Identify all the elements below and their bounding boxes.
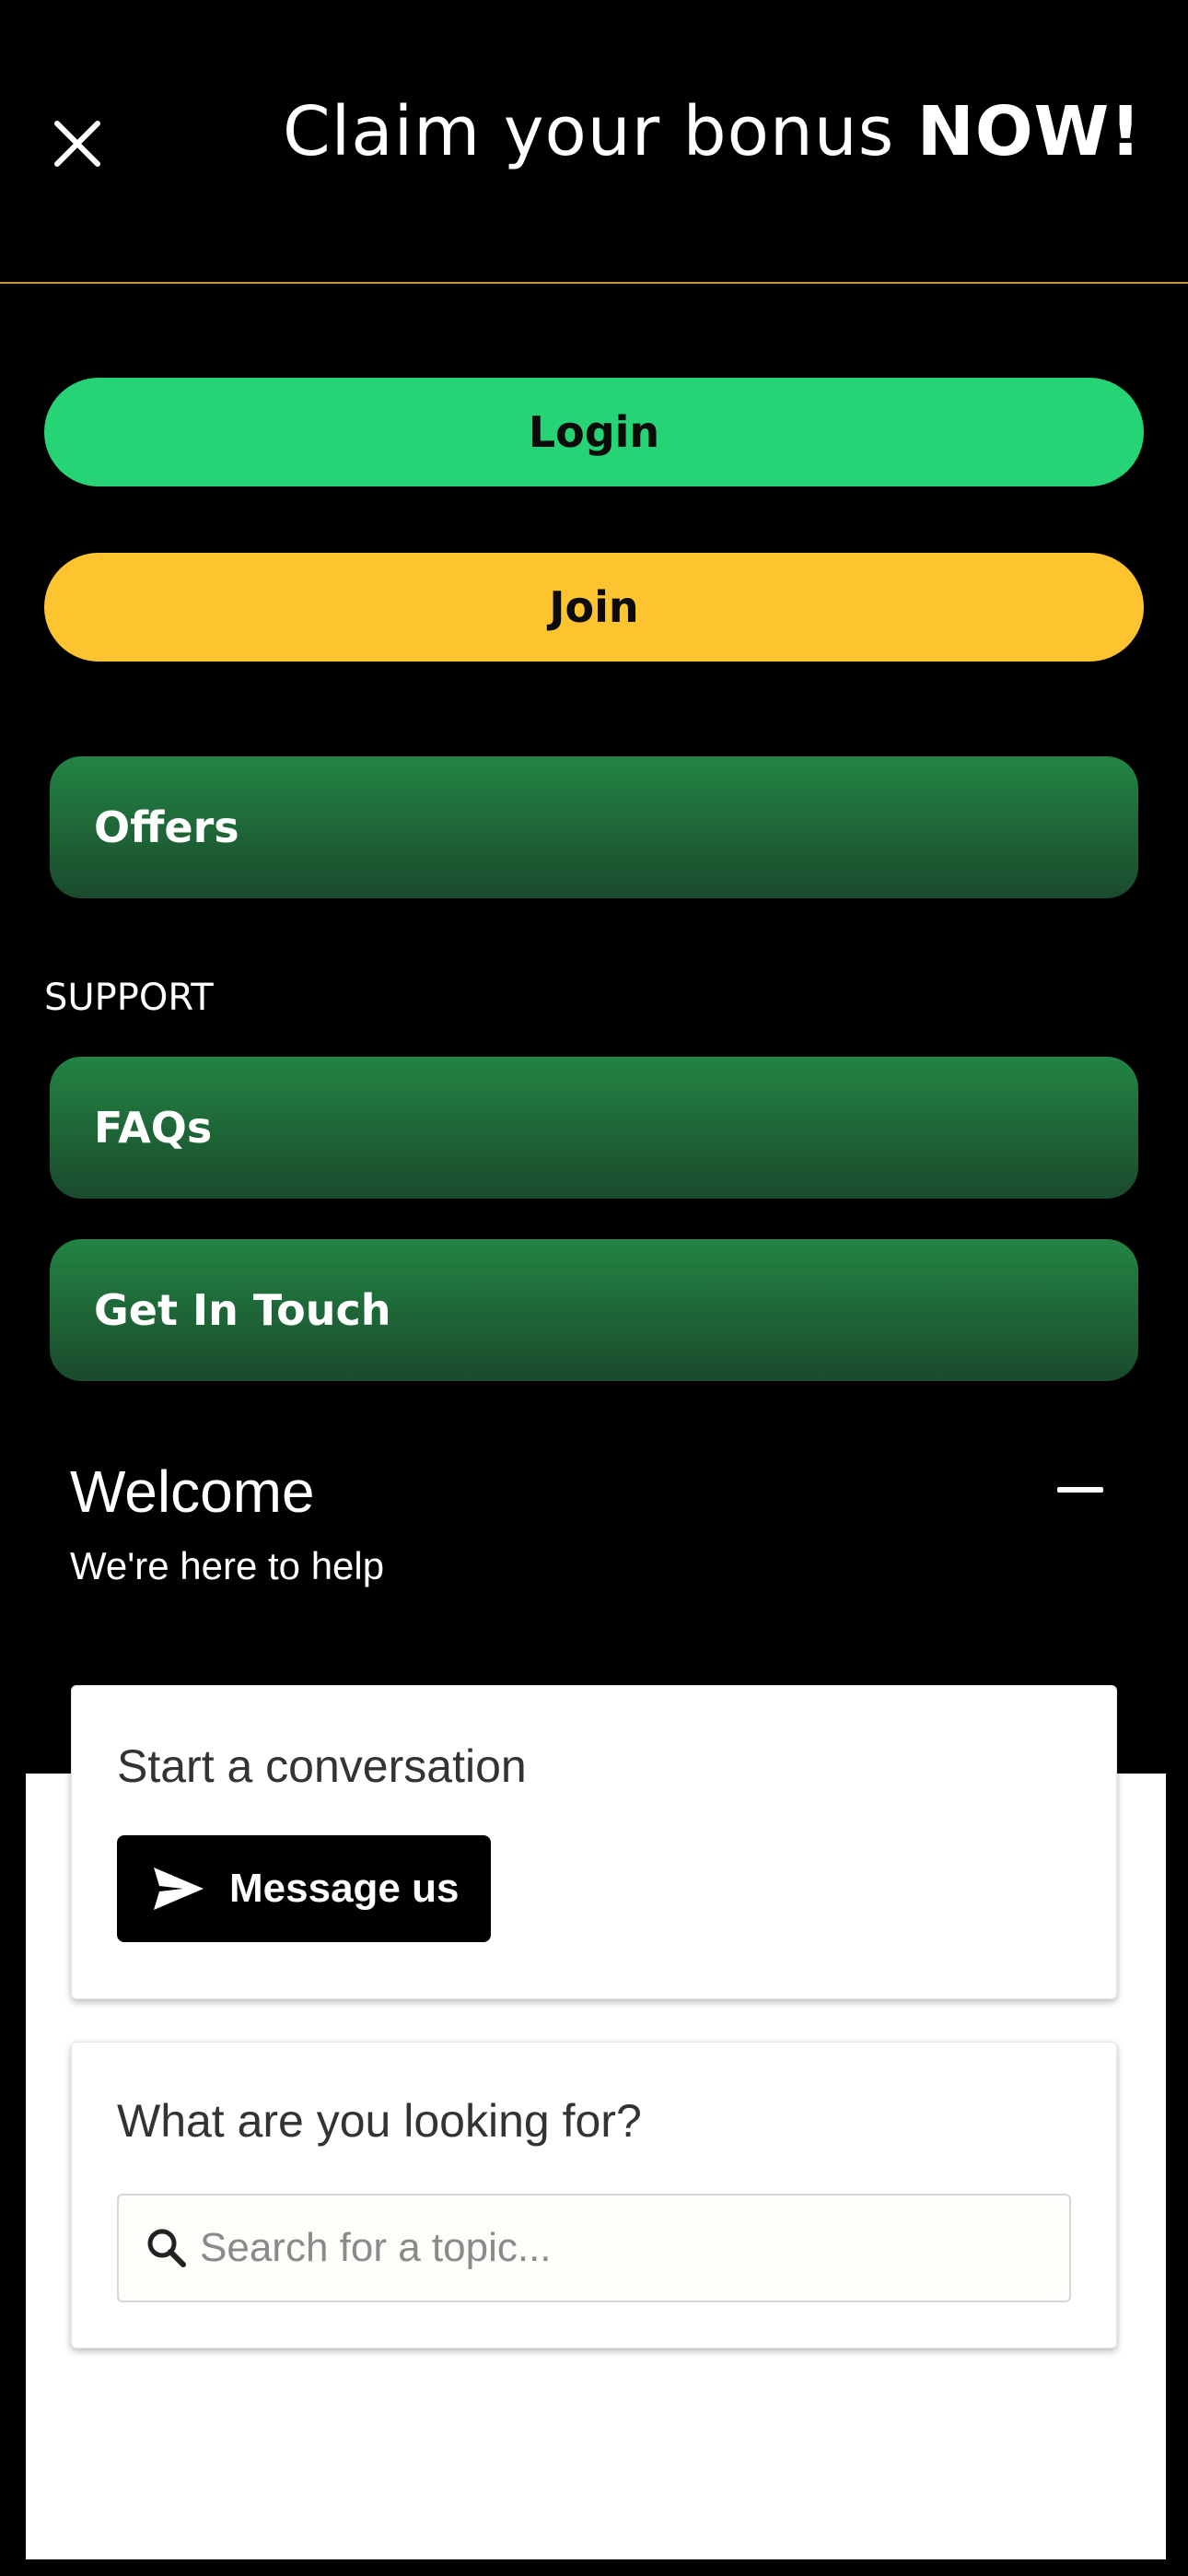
search-icon [147,2229,186,2267]
start-conversation-heading: Start a conversation [117,1740,527,1792]
promo-title-text: Claim your bonus [283,92,917,171]
menu-item-offers[interactable]: Offers [50,756,1138,898]
support-section-label: SUPPORT [44,977,214,1019]
close-button[interactable] [50,116,105,171]
menu-item-faqs-label: FAQs [94,1103,213,1153]
message-us-button[interactable]: Message us [117,1835,491,1942]
join-button[interactable]: Join [44,553,1144,662]
menu-item-faqs[interactable]: FAQs [50,1057,1138,1199]
search-topic-heading: What are you looking for? [117,2095,642,2147]
start-conversation-card: Start a conversation Message us [71,1685,1117,1999]
search-input[interactable] [198,2224,1031,2272]
menu-item-get-in-touch-label: Get In Touch [94,1285,391,1335]
chat-welcome-title: Welcome [70,1458,315,1525]
search-box[interactable] [117,2194,1071,2302]
close-icon [54,121,100,167]
login-button[interactable]: Login [44,378,1144,486]
header-bar: Claim your bonus NOW! [0,0,1188,284]
chat-welcome-subtitle: We're here to help [70,1544,385,1587]
menu-item-offers-label: Offers [94,802,239,852]
promo-title-emphasis: NOW! [916,92,1142,171]
minus-icon[interactable] [1057,1487,1103,1493]
menu-item-get-in-touch[interactable]: Get In Touch [50,1239,1138,1381]
message-us-label: Message us [229,1866,460,1911]
send-icon [154,1868,204,1910]
search-topic-card: What are you looking for? [71,2042,1117,2348]
promo-title: Claim your bonus NOW! [283,92,1142,171]
